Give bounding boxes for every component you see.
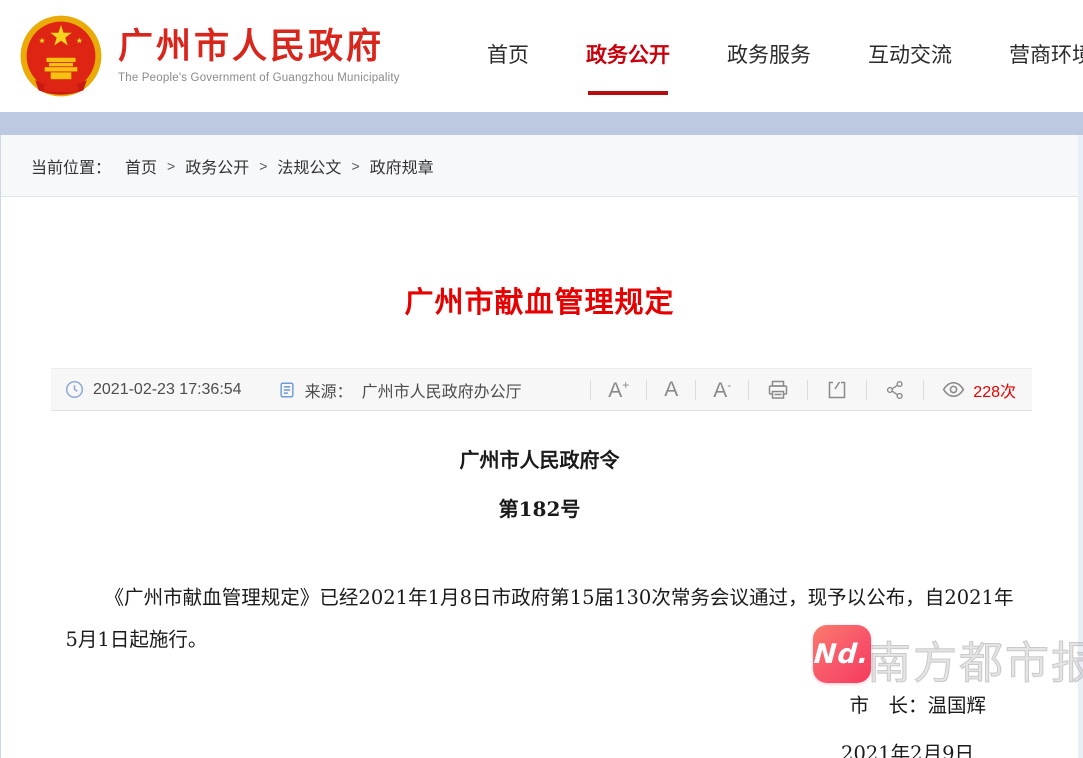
date-line: 2021年2月9日 [1, 737, 1078, 758]
nd-press-logo: Nd. [813, 625, 871, 683]
toolbar-divider [646, 380, 647, 400]
signature-line: 市 长：温国辉 [1, 689, 1078, 718]
national-emblem-icon [18, 13, 104, 99]
article-meta-bar: 2021-02-23 17:36:54 来源： 广州市人民政府办公厅 A+ A … [51, 368, 1032, 411]
page-title: 广州市献血管理规定 [1, 279, 1078, 321]
source-value: 广州市人民政府办公厅 [362, 378, 522, 402]
breadcrumb-government-affairs[interactable]: 政务公开 [185, 154, 249, 178]
source-label: 来源： [305, 378, 353, 402]
nav-item-government-affairs[interactable]: 政务公开 [586, 39, 670, 73]
nav-item-business-environment[interactable]: 营商环境 [1009, 39, 1083, 73]
site-header: 广州市人民政府 The People's Government of Guang… [0, 0, 1083, 112]
breadcrumb: 当前位置： 首页 > 政务公开 > 法规公文 > 政府规章 [1, 135, 1078, 197]
toolbar-divider [695, 380, 696, 400]
toolbar-divider [923, 380, 924, 400]
toolbar-divider [866, 380, 867, 400]
breadcrumb-separator: > [351, 158, 359, 174]
nav-item-services[interactable]: 政务服务 [727, 39, 811, 73]
toolbar-divider [590, 380, 591, 400]
clock-icon [65, 380, 84, 399]
print-icon[interactable] [766, 378, 790, 402]
nav-item-home[interactable]: 首页 [487, 39, 529, 73]
views-eye-icon [941, 377, 966, 402]
breadcrumb-home[interactable]: 首页 [125, 154, 157, 178]
breadcrumb-separator: > [167, 158, 175, 174]
font-increase-button[interactable]: A+ [608, 379, 629, 401]
decree-title: 广州市人民政府令 [1, 444, 1078, 473]
breadcrumb-prefix: 当前位置： [31, 154, 111, 178]
toolbar-divider [748, 380, 749, 400]
source-document-icon [278, 381, 296, 399]
content-panel: 当前位置： 首页 > 政务公开 > 法规公文 > 政府规章 广州市献血管理规定 … [0, 135, 1078, 758]
font-reset-button[interactable]: A [664, 379, 678, 400]
header-divider-band [0, 112, 1083, 135]
site-name: 广州市人民政府 [118, 28, 400, 67]
toolbar-divider [807, 380, 808, 400]
breadcrumb-government-rules[interactable]: 政府规章 [370, 154, 434, 178]
views-count: 228次 [973, 378, 1016, 402]
site-name-english: The People's Government of Guangzhou Mun… [118, 72, 400, 84]
font-decrease-button[interactable]: A- [713, 379, 731, 401]
decree-number: 第182号 [1, 493, 1078, 522]
nav-item-interaction[interactable]: 互动交流 [868, 39, 952, 73]
share-nodes-icon[interactable] [884, 379, 906, 401]
nd-logo-text: Nd. [813, 639, 870, 670]
breadcrumb-separator: > [259, 158, 267, 174]
watermark-text: 南方都市报 [867, 627, 1083, 691]
export-share-icon[interactable] [825, 378, 849, 402]
main-nav: 首页 政务公开 政务服务 互动交流 营商环境 [487, 39, 1083, 73]
breadcrumb-regulations[interactable]: 法规公文 [277, 154, 341, 178]
publish-time: 2021-02-23 17:36:54 [93, 381, 242, 399]
site-logo[interactable]: 广州市人民政府 The People's Government of Guang… [18, 13, 400, 99]
